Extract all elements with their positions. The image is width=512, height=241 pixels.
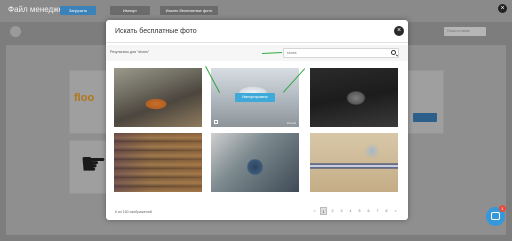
- page-7-button[interactable]: 7: [374, 207, 381, 215]
- folder-search-input[interactable]: Поиск в папке: [444, 27, 486, 36]
- next-page-button[interactable]: >: [392, 207, 399, 215]
- stairs-image: [114, 133, 202, 192]
- search-icon[interactable]: [391, 50, 396, 55]
- hand-pointer-icon: ☛: [80, 148, 107, 181]
- import-photo-button[interactable]: Импортировать: [235, 93, 275, 102]
- free-photos-button[interactable]: Искать бесплатные фото: [160, 6, 218, 15]
- free-photos-modal: Искать бесплатные фото × Результаты для …: [106, 20, 408, 220]
- photo-result[interactable]: [310, 133, 398, 192]
- home-icon[interactable]: [10, 26, 21, 37]
- photo-credit: Pexels: [286, 121, 296, 125]
- photo-search-field[interactable]: [283, 48, 399, 58]
- page-5-button[interactable]: 5: [356, 207, 363, 215]
- photo-result[interactable]: [211, 133, 299, 192]
- page-6-button[interactable]: 6: [365, 207, 372, 215]
- page-title: Файл менеджер: [8, 5, 68, 14]
- photo-result[interactable]: [310, 68, 398, 127]
- chat-icon: [491, 212, 500, 220]
- page-4-button[interactable]: 4: [347, 207, 354, 215]
- import-button[interactable]: Импорт: [110, 6, 150, 15]
- photo-result[interactable]: [114, 68, 202, 127]
- photo-result[interactable]: Импортировать Pexels: [211, 68, 299, 127]
- modal-title: Искать бесплатные фото: [115, 28, 197, 35]
- logo-thumbnail-icon: floo: [74, 92, 95, 104]
- shoe-image: [114, 68, 202, 127]
- pagination: < 1 2 3 4 5 6 7 8 >: [311, 207, 399, 216]
- file-card[interactable]: [404, 70, 444, 134]
- page-2-button[interactable]: 2: [329, 207, 336, 215]
- shoe-image: [211, 133, 299, 192]
- results-label: Результаты для "shoes": [110, 50, 150, 54]
- shoe-image: [310, 68, 398, 127]
- prev-page-button[interactable]: <: [311, 207, 318, 215]
- file-action-button[interactable]: [413, 113, 437, 122]
- photo-result[interactable]: [114, 133, 202, 192]
- flatlay-image: [310, 133, 398, 192]
- results-count: 6 из 150 изображений: [115, 210, 152, 214]
- page-8-button[interactable]: 8: [383, 207, 390, 215]
- divider: [106, 42, 408, 43]
- modal-close-icon[interactable]: ×: [394, 26, 404, 36]
- file-manager-header: Файл менеджер Загрузить Импорт Искать бе…: [0, 0, 512, 22]
- external-link-icon[interactable]: [214, 120, 218, 124]
- close-icon[interactable]: ×: [498, 4, 507, 13]
- chat-badge: 1: [499, 205, 506, 212]
- upload-button[interactable]: Загрузить: [60, 6, 96, 15]
- photo-search-input[interactable]: [287, 49, 387, 57]
- page-1-button[interactable]: 1: [320, 207, 327, 215]
- page-3-button[interactable]: 3: [338, 207, 345, 215]
